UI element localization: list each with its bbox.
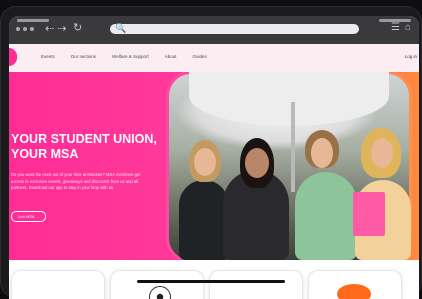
nav-link-welfare[interactable]: Welfare & Support [112, 54, 149, 59]
nav-link-about[interactable]: About [165, 54, 177, 59]
login-link[interactable]: Log in [405, 54, 417, 59]
hero-photo-face-3 [311, 138, 333, 168]
browser-screen: ⇠⇢ ↻ 🔍 ☰ ⌂ Events Our sections Welfare &… [9, 16, 419, 299]
hero-photo-pink-booklet [353, 192, 385, 236]
hero-photo-pole [291, 102, 295, 192]
search-icon: 🔍 [115, 23, 127, 33]
hero-headline-line-2: YOUR MSA [11, 147, 79, 161]
feature-card-1[interactable] [11, 270, 105, 299]
hero-section: YOUR STUDENT UNION, YOUR MSA Do you want… [9, 72, 419, 260]
site-navigation: Events Our sections Welfare & Support Ab… [9, 44, 419, 73]
join-msa-button[interactable]: Join MSA → [11, 211, 46, 222]
nav-link-sections[interactable]: Our sections [71, 54, 96, 59]
hero-photo-person-3 [295, 172, 357, 260]
arrow-left-icon[interactable]: ⇠ [45, 23, 57, 35]
hero-photo-face-4 [371, 138, 393, 168]
address-bar[interactable]: 🔍 [110, 23, 359, 34]
hero-photo-person-1 [179, 180, 229, 260]
nav-arrows: ⇠⇢ [45, 22, 69, 35]
nav-links: Events Our sections Welfare & Support Ab… [41, 54, 207, 59]
feature-card-3[interactable] [209, 270, 303, 299]
home-indicator[interactable] [137, 280, 285, 283]
tablet-frame: ⇠⇢ ↻ 🔍 ☰ ⌂ Events Our sections Welfare &… [0, 6, 422, 299]
mascot-icon [337, 284, 371, 299]
home-icon[interactable]: ⌂ [405, 22, 411, 33]
hero-headline-line-1: YOUR STUDENT UNION, [11, 132, 157, 146]
hero-photo-face-1 [194, 148, 216, 176]
nav-link-events[interactable]: Events [41, 54, 55, 59]
menu-icon[interactable]: ☰ [391, 22, 400, 33]
site-logo[interactable] [9, 48, 17, 66]
hero-blurb: Do you want the most out of your time at… [11, 172, 141, 190]
arrow-right-icon[interactable]: ⇢ [57, 23, 69, 35]
hero-photo-face-2 [245, 148, 269, 178]
reload-icon[interactable]: ↻ [73, 21, 82, 34]
nav-link-guides[interactable]: Guides [192, 54, 206, 59]
browser-actions: ☰ ⌂ [391, 22, 411, 33]
hero-headline: YOUR STUDENT UNION, YOUR MSA [11, 132, 171, 162]
tab-dots-icon[interactable] [16, 27, 34, 31]
browser-toolbar: ⇠⇢ ↻ 🔍 ☰ ⌂ [9, 16, 419, 44]
